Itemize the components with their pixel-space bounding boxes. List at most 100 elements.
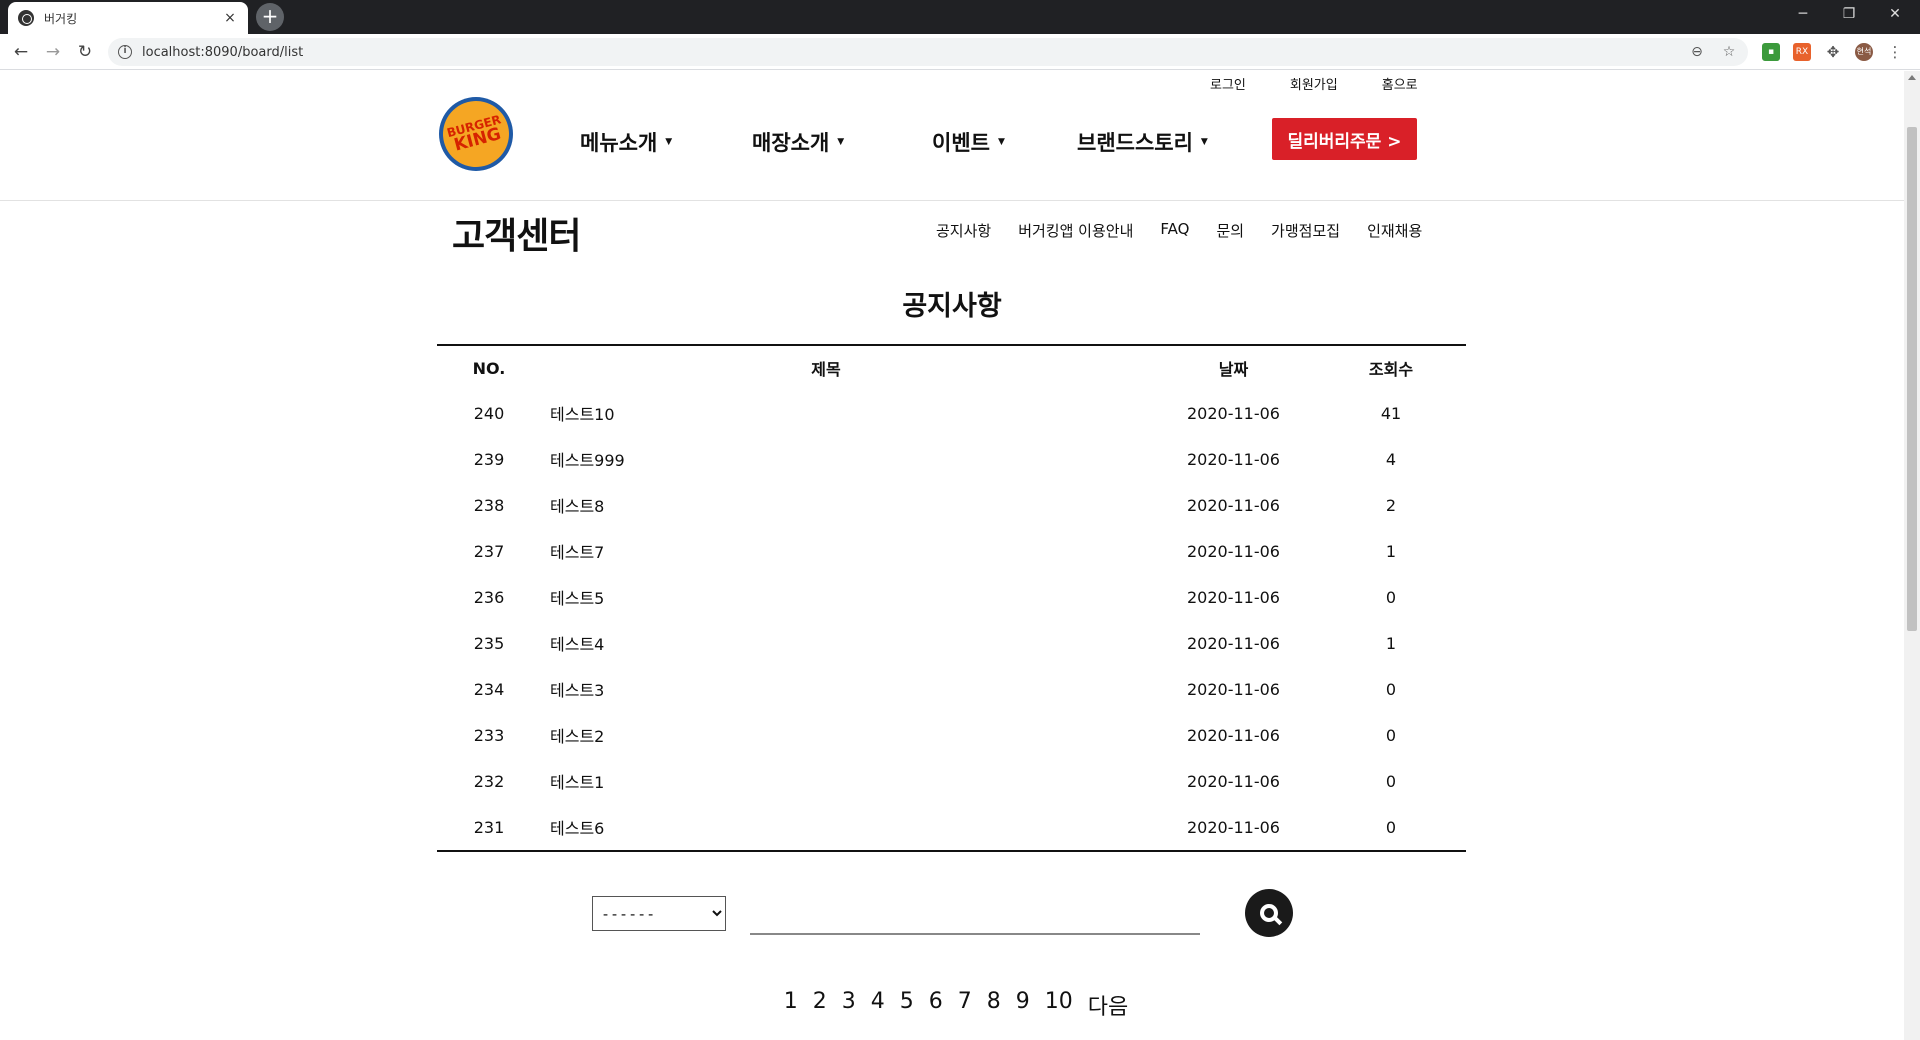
lnb-franchise[interactable]: 가맹점모집 bbox=[1271, 220, 1340, 241]
row-views: 0 bbox=[1385, 771, 1397, 791]
lnb-recruit[interactable]: 인재채용 bbox=[1367, 220, 1422, 241]
row-title-link[interactable]: 테스트4 bbox=[541, 631, 1151, 655]
gnb-label: 매장소개 bbox=[752, 131, 830, 155]
caret-down-icon: ▼ bbox=[997, 137, 1005, 147]
row-title-link[interactable]: 테스트3 bbox=[541, 677, 1151, 701]
signup-link[interactable]: 회원가입 bbox=[1290, 74, 1338, 93]
page-link[interactable]: 7 bbox=[958, 989, 972, 1021]
site-header: 로그인 회원가입 홈으로 BURGER KING 메뉴소개 ▼ 매장소개 ▼ 이… bbox=[0, 71, 1904, 201]
table-row[interactable]: 234 테스트3 2020-11-06 0 bbox=[437, 666, 1466, 712]
url-text[interactable]: localhost:8090/board/list bbox=[142, 45, 1684, 60]
scrollbar-thumb[interactable] bbox=[1907, 127, 1917, 631]
notice-board-table: NO. 제목 날짜 조회수 240 테스트10 2020-11-06 41 239 테스트… bbox=[437, 344, 1466, 852]
globe-icon bbox=[18, 10, 34, 26]
table-row[interactable]: 235 테스트4 2020-11-06 1 bbox=[437, 620, 1466, 666]
row-views: 0 bbox=[1385, 679, 1397, 699]
restore-button[interactable]: ❐ bbox=[1826, 0, 1872, 30]
search-type-select[interactable]: ------ bbox=[592, 896, 726, 931]
address-bar[interactable]: i localhost:8090/board/list ⊖ ☆ bbox=[108, 38, 1748, 66]
lnb-app-guide[interactable]: 버거킹앱 이용안내 bbox=[1018, 220, 1133, 241]
gnb-item-events[interactable]: 이벤트 ▼ bbox=[932, 127, 1077, 157]
page-link[interactable]: 5 bbox=[900, 989, 914, 1021]
row-title-link[interactable]: 테스트10 bbox=[541, 401, 1151, 425]
kebab-menu-icon[interactable]: ⋮ bbox=[1886, 43, 1904, 61]
delivery-order-button[interactable]: 딜리버리주문 > bbox=[1272, 118, 1417, 160]
table-row[interactable]: 232 테스트1 2020-11-06 0 bbox=[437, 758, 1466, 804]
row-no: 240 bbox=[473, 403, 505, 423]
page-link[interactable]: 8 bbox=[987, 989, 1001, 1021]
row-no: 232 bbox=[473, 771, 505, 791]
page-link[interactable]: 9 bbox=[1016, 989, 1030, 1021]
search-input[interactable] bbox=[750, 905, 1200, 935]
lnb-inquiry[interactable]: 문의 bbox=[1216, 220, 1244, 241]
row-date: 2020-11-06 bbox=[1187, 587, 1280, 607]
search-icon bbox=[1260, 904, 1278, 922]
gnb-item-stores[interactable]: 매장소개 ▼ bbox=[752, 127, 932, 157]
page-link[interactable]: 2 bbox=[813, 989, 827, 1021]
row-views: 4 bbox=[1385, 449, 1397, 469]
minimize-button[interactable]: ─ bbox=[1780, 0, 1826, 30]
row-title-link[interactable]: 테스트5 bbox=[541, 585, 1151, 609]
row-title-link[interactable]: 테스트6 bbox=[541, 815, 1151, 839]
row-title-link[interactable]: 테스트2 bbox=[541, 723, 1151, 747]
row-views: 0 bbox=[1385, 725, 1397, 745]
home-link[interactable]: 홈으로 bbox=[1382, 74, 1418, 93]
next-page-link[interactable]: 다음 bbox=[1088, 989, 1128, 1021]
gnb-item-brand-story[interactable]: 브랜드스토리 ▼ bbox=[1077, 127, 1208, 157]
browser-tab-bar: 버거킹 × + ─ ❐ ✕ bbox=[0, 0, 1920, 34]
page-link[interactable]: 6 bbox=[929, 989, 943, 1021]
puzzle-extensions-icon[interactable]: ✥ bbox=[1824, 43, 1842, 61]
zoom-icon[interactable]: ⊖ bbox=[1684, 44, 1710, 60]
extension-rx-icon[interactable]: RX bbox=[1793, 43, 1811, 61]
page-link[interactable]: 3 bbox=[842, 989, 856, 1021]
login-link[interactable]: 로그인 bbox=[1210, 74, 1246, 93]
row-date: 2020-11-06 bbox=[1187, 495, 1280, 515]
table-row[interactable]: 239 테스트999 2020-11-06 4 bbox=[437, 436, 1466, 482]
page-scrollbar[interactable] bbox=[1904, 71, 1920, 1040]
bookmark-star-icon[interactable]: ☆ bbox=[1716, 44, 1742, 60]
row-no: 235 bbox=[473, 633, 505, 653]
forward-arrow-icon[interactable]: → bbox=[40, 39, 66, 65]
row-date: 2020-11-06 bbox=[1187, 541, 1280, 561]
search-button[interactable] bbox=[1245, 889, 1293, 937]
lnb-notice[interactable]: 공지사항 bbox=[936, 220, 991, 241]
table-row[interactable]: 233 테스트2 2020-11-06 0 bbox=[437, 712, 1466, 758]
reload-icon[interactable]: ↻ bbox=[72, 39, 98, 65]
table-row[interactable]: 236 테스트5 2020-11-06 0 bbox=[437, 574, 1466, 620]
page-title: 고객센터 bbox=[452, 216, 581, 257]
table-row[interactable]: 238 테스트8 2020-11-06 2 bbox=[437, 482, 1466, 528]
scroll-up-arrow-icon[interactable] bbox=[1908, 75, 1916, 80]
browser-tab[interactable]: 버거킹 × bbox=[8, 2, 248, 34]
page-link[interactable]: 4 bbox=[871, 989, 885, 1021]
column-header-views: 조회수 bbox=[1368, 360, 1414, 379]
column-header-title: 제목 bbox=[811, 360, 841, 379]
table-row[interactable]: 240 테스트10 2020-11-06 41 bbox=[437, 390, 1466, 436]
new-tab-button[interactable]: + bbox=[256, 3, 284, 31]
row-views: 0 bbox=[1385, 817, 1397, 837]
page-link[interactable]: 10 bbox=[1045, 989, 1073, 1021]
info-icon[interactable]: i bbox=[118, 45, 132, 59]
back-arrow-icon[interactable]: ← bbox=[8, 39, 34, 65]
tab-close-button[interactable]: × bbox=[222, 10, 238, 26]
row-date: 2020-11-06 bbox=[1187, 403, 1280, 423]
table-row[interactable]: 231 테스트6 2020-11-06 0 bbox=[437, 804, 1466, 850]
row-title-link[interactable]: 테스트7 bbox=[541, 539, 1151, 563]
row-date: 2020-11-06 bbox=[1187, 679, 1280, 699]
table-row[interactable]: 237 테스트7 2020-11-06 1 bbox=[437, 528, 1466, 574]
window-close-button[interactable]: ✕ bbox=[1872, 0, 1918, 30]
row-date: 2020-11-06 bbox=[1187, 633, 1280, 653]
gnb-item-menu[interactable]: 메뉴소개 ▼ bbox=[580, 127, 752, 157]
table-header-row: NO. 제목 날짜 조회수 bbox=[437, 346, 1466, 390]
caret-down-icon: ▼ bbox=[837, 137, 845, 147]
pagination: 1 2 3 4 5 6 7 8 9 10 다음 bbox=[0, 989, 1904, 1021]
lnb-faq[interactable]: FAQ bbox=[1160, 220, 1189, 241]
row-title-link[interactable]: 테스트999 bbox=[541, 447, 1151, 471]
row-date: 2020-11-06 bbox=[1187, 449, 1280, 469]
main-navigation: 메뉴소개 ▼ 매장소개 ▼ 이벤트 ▼ 브랜드스토리 ▼ bbox=[580, 127, 1208, 157]
row-title-link[interactable]: 테스트8 bbox=[541, 493, 1151, 517]
page-link[interactable]: 1 bbox=[784, 989, 798, 1021]
row-title-link[interactable]: 테스트1 bbox=[541, 769, 1151, 793]
burger-king-logo[interactable]: BURGER KING bbox=[435, 93, 517, 175]
profile-avatar[interactable]: 현석 bbox=[1855, 43, 1873, 61]
extension-icon[interactable]: ▪ bbox=[1762, 43, 1780, 61]
